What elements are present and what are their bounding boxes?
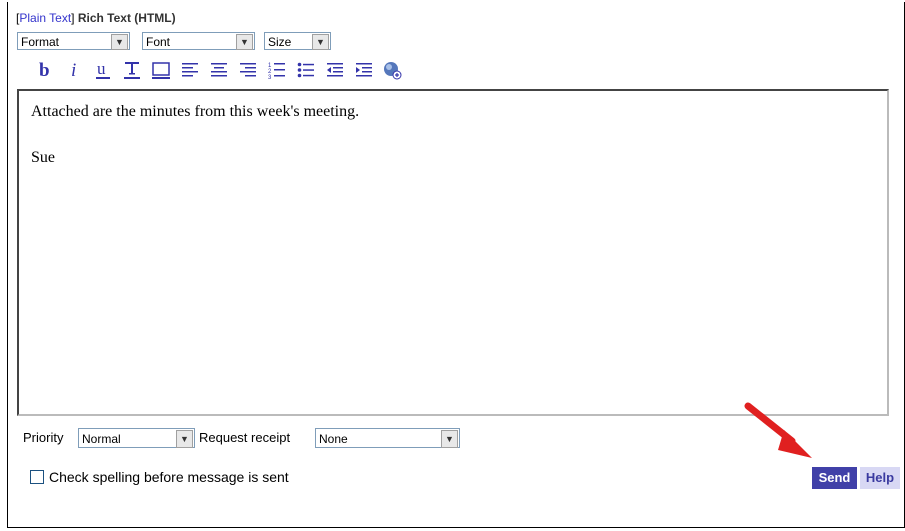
red-arrow-icon bbox=[744, 402, 812, 458]
chevron-down-icon: ▼ bbox=[176, 430, 193, 448]
chevron-down-icon: ▼ bbox=[111, 34, 128, 50]
bold-icon[interactable]: b bbox=[30, 59, 59, 81]
align-left-icon[interactable] bbox=[175, 59, 204, 81]
request-receipt-value: None bbox=[319, 432, 348, 446]
highlight-icon[interactable] bbox=[146, 59, 175, 81]
svg-text:b: b bbox=[39, 61, 50, 79]
bracket-close: ] bbox=[71, 11, 75, 25]
numbered-list-icon[interactable]: 123 bbox=[262, 59, 291, 81]
chevron-down-icon: ▼ bbox=[441, 430, 458, 448]
help-button[interactable]: Help bbox=[860, 467, 900, 489]
body-signature: Sue bbox=[31, 149, 55, 166]
message-body-editor[interactable]: Attached are the minutes from this week'… bbox=[17, 89, 889, 416]
priority-select-value: Normal bbox=[82, 432, 121, 446]
formatting-toolbar: b i u 123 bbox=[30, 58, 407, 82]
text-color-icon[interactable] bbox=[117, 59, 146, 81]
plain-text-link[interactable]: Plain Text bbox=[19, 11, 71, 25]
align-right-icon[interactable] bbox=[233, 59, 262, 81]
svg-text:u: u bbox=[97, 60, 106, 78]
request-receipt-label: Request receipt bbox=[199, 430, 291, 445]
chevron-down-icon: ▼ bbox=[312, 34, 329, 50]
italic-icon[interactable]: i bbox=[59, 59, 88, 81]
send-button[interactable]: Send bbox=[812, 467, 857, 489]
size-select[interactable]: Size ▼ bbox=[264, 32, 331, 50]
size-select-value: Size bbox=[268, 35, 292, 49]
rich-text-label: Rich Text (HTML) bbox=[77, 11, 176, 25]
format-select-value: Format bbox=[21, 35, 60, 49]
spell-check-checkbox[interactable] bbox=[30, 470, 44, 484]
request-receipt-select[interactable]: None ▼ bbox=[315, 428, 460, 448]
outdent-icon[interactable] bbox=[320, 59, 349, 81]
format-select[interactable]: Format ▼ bbox=[17, 32, 130, 50]
priority-select[interactable]: Normal ▼ bbox=[78, 428, 195, 448]
font-select-value: Font bbox=[146, 35, 171, 49]
bullet-list-icon[interactable] bbox=[291, 59, 320, 81]
spell-check-option: Check spelling before message is sent bbox=[30, 469, 289, 485]
body-line: Attached are the minutes from this week'… bbox=[31, 103, 360, 120]
svg-text:3: 3 bbox=[268, 75, 272, 79]
font-select[interactable]: Font ▼ bbox=[142, 32, 255, 50]
priority-label: Priority bbox=[23, 430, 64, 445]
insert-image-icon[interactable] bbox=[378, 59, 407, 81]
underline-icon[interactable]: u bbox=[88, 59, 117, 81]
chevron-down-icon: ▼ bbox=[236, 34, 253, 50]
align-center-icon[interactable] bbox=[204, 59, 233, 81]
spell-check-label: Check spelling before message is sent bbox=[49, 469, 289, 485]
editor-mode-switch: [Plain Text] Rich Text (HTML) bbox=[16, 11, 176, 25]
svg-text:i: i bbox=[71, 61, 76, 79]
indent-icon[interactable] bbox=[349, 59, 378, 81]
